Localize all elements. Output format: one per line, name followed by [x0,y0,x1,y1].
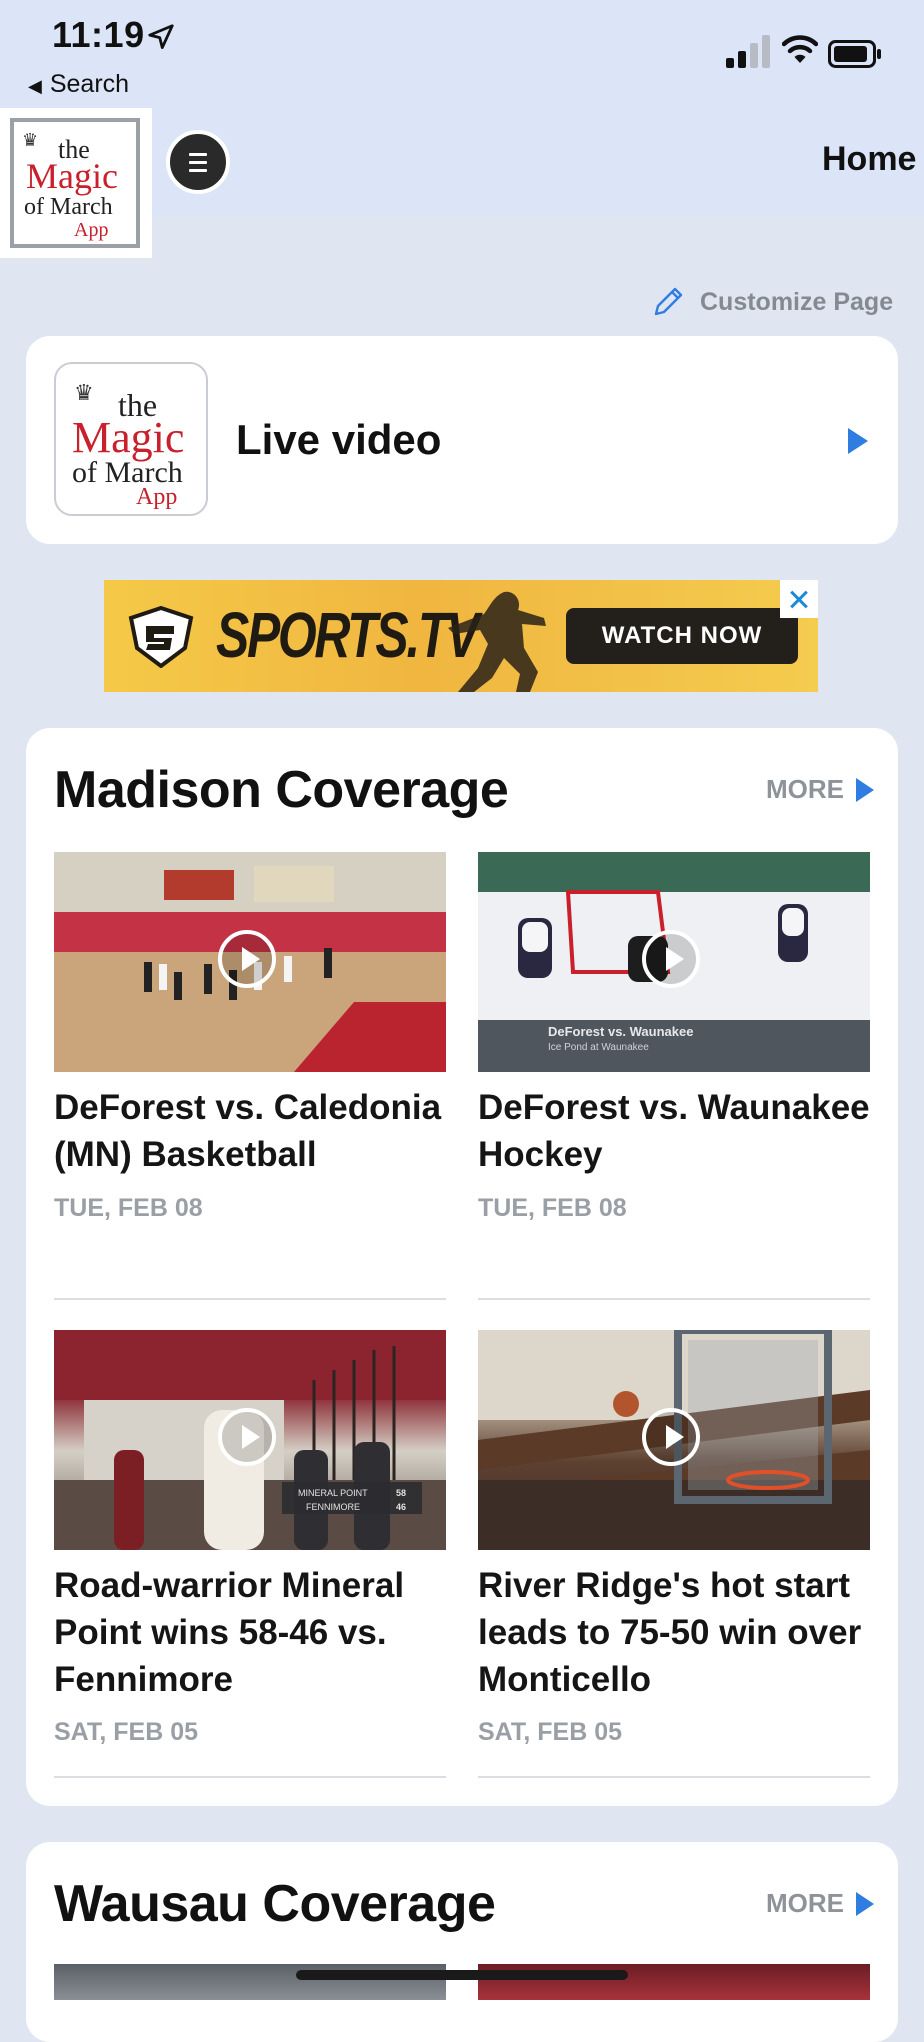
divider [478,1776,870,1778]
back-search-label: Search [49,70,130,98]
status-time: 11:19 [52,14,145,55]
story-date: TUE, FEB 08 [54,1194,203,1222]
video-thumbnail[interactable] [54,852,446,1072]
video-thumbnail[interactable]: DeForest vs. Waunakee Ice Pond at Waunak… [478,852,870,1072]
ad-athlete-silhouette [448,591,546,692]
ad-watch-now-button[interactable]: WATCH NOW [566,608,798,664]
customize-page-label: Customize Page [700,287,894,316]
play-icon [642,930,700,988]
location-arrow-icon [148,24,174,49]
divider [478,1298,870,1300]
section-more-link[interactable]: MORE [766,1888,874,1919]
live-video-arrow-icon [848,428,868,454]
magic-of-march-logo-icon: ♛ the Magic of March App [72,380,184,510]
more-arrow-icon [856,1891,874,1916]
video-thumbnail[interactable]: MINERAL POINT 58 FENNIMORE 46 [54,1330,446,1550]
app-logo[interactable]: ♛ the Magic of March App [0,108,152,258]
wausau-coverage-card [26,1842,898,2042]
story-title[interactable]: DeForest vs. Caledonia (MN) Basketball [54,1084,446,1178]
story-title[interactable]: Road-warrior Mineral Point wins 58-46 vs… [54,1562,446,1703]
story-title[interactable]: River Ridge's hot start leads to 75-50 w… [478,1562,870,1703]
logo-text-app: App [74,219,108,241]
section-more-link[interactable]: MORE [766,774,874,805]
more-label: MORE [766,1888,844,1918]
more-arrow-icon [856,777,874,802]
story-date: TUE, FEB 08 [478,1194,627,1222]
score-away: 46 [396,1502,406,1512]
hamburger-line [189,169,207,172]
story-date: SAT, FEB 05 [478,1718,623,1746]
back-to-search-link[interactable]: ◀ Search [28,70,129,99]
svg-text:App: App [136,484,177,510]
ad-close-icon[interactable] [780,580,818,618]
svg-text:♛: ♛ [74,380,94,405]
home-indicator[interactable] [296,1970,628,1980]
wifi-icon [782,35,818,63]
score-home: 58 [396,1488,406,1498]
hamburger-line [189,161,207,164]
magic-of-march-logo-icon: ♛ the Magic of March App [22,130,118,241]
logo-text-magic: Magic [26,156,118,196]
cellular-signal-icon [726,35,770,68]
hockey-overlay-subtitle: Ice Pond at Waunakee [548,1042,649,1053]
customize-page-button[interactable]: Customize Page [650,284,893,320]
play-icon [218,1408,276,1466]
more-label: MORE [766,774,844,804]
sportstv-shield-icon [128,606,194,668]
svg-text:♛: ♛ [22,130,38,150]
live-video-logo: ♛ the Magic of March App [54,362,208,516]
live-video-label: Live video [236,416,442,463]
score-team-home: MINERAL POINT [298,1488,368,1498]
hamburger-line [189,153,207,156]
divider [54,1298,446,1300]
story-date: SAT, FEB 05 [54,1718,199,1746]
divider [54,1776,446,1778]
hockey-overlay-title: DeForest vs. Waunakee [548,1024,693,1039]
svg-text:Magic: Magic [72,413,184,462]
battery-icon [828,40,881,68]
back-triangle-icon: ◀ [28,76,42,96]
page-title: Home [822,140,917,178]
menu-button[interactable] [166,130,230,194]
video-thumbnail[interactable] [478,1330,870,1550]
section-title: Madison Coverage [54,761,509,819]
play-icon [218,930,276,988]
play-icon [642,1408,700,1466]
logo-text-ofmarch: of March [24,194,113,220]
section-title: Wausau Coverage [54,1875,496,1933]
ad-banner[interactable]: SPORTS.TV WATCH NOW [104,580,818,692]
pencil-icon [654,287,683,316]
story-title[interactable]: DeForest vs. Waunakee Hockey [478,1084,870,1178]
score-team-away: FENNIMORE [306,1502,360,1512]
